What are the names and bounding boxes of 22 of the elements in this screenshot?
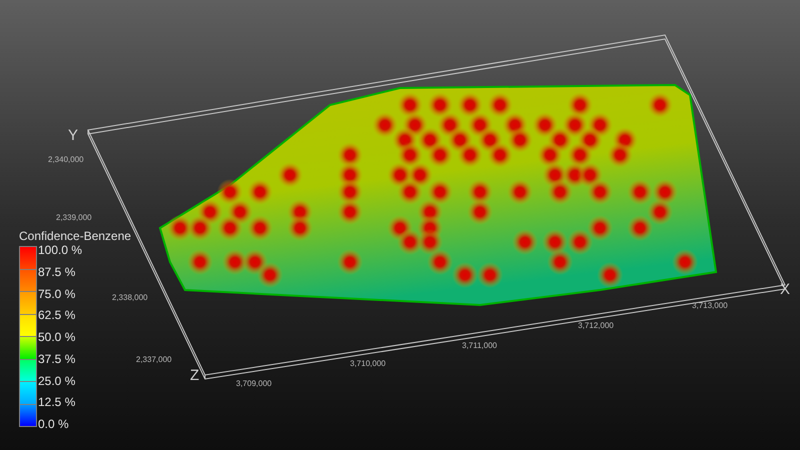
axis-tick-label: 3,710,000 xyxy=(350,360,386,368)
axis-tick-label: 2,338,000 xyxy=(112,294,148,302)
legend-label: 62.5 % xyxy=(38,308,76,322)
axis-letter: Z xyxy=(190,368,200,383)
legend-label: 100.0 % xyxy=(38,243,82,257)
legend-label: 0.0 % xyxy=(38,417,70,431)
axis-tick-label: 3,713,000 xyxy=(692,302,728,310)
axis-tick-label: 3,709,000 xyxy=(236,380,272,388)
legend-label: 87.5 % xyxy=(38,264,76,279)
axis-tick-label: 2,337,000 xyxy=(136,356,172,364)
legend-title: Confidence-Benzene xyxy=(19,229,132,243)
legend-label: 25.0 % xyxy=(38,374,76,388)
legend-label: 37.5 % xyxy=(38,352,76,366)
axis-tick-label: 3,712,000 xyxy=(578,322,614,330)
axis-letter: Y xyxy=(68,128,78,143)
axis-tick-label: 3,711,000 xyxy=(462,342,497,350)
legend-label: 12.5 % xyxy=(38,395,76,410)
legend-label: 75.0 % xyxy=(38,286,76,300)
axis-tick-label: 2,339,000 xyxy=(56,214,92,222)
legend-label: 50.0 % xyxy=(38,330,76,344)
axis-tick-label: 2,340,000 xyxy=(48,156,84,164)
axis-letter: X xyxy=(780,282,790,297)
